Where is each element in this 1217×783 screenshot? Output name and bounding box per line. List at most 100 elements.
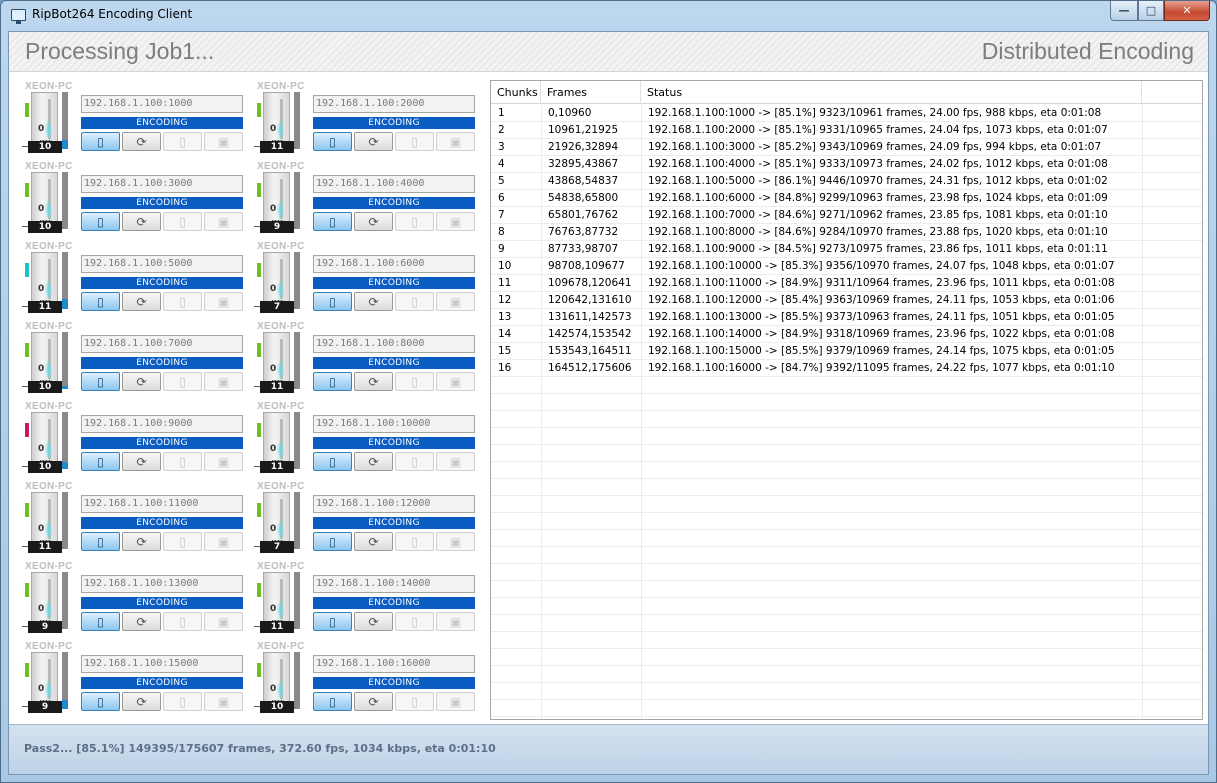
stop-icon[interactable]: ▣ [204, 212, 243, 231]
node-address-field[interactable]: 192.168.1.100:11000 [81, 495, 243, 513]
column-header-frames[interactable]: Frames [541, 81, 641, 104]
maximize-button[interactable]: □ [1138, 1, 1164, 21]
stop-icon[interactable]: ▣ [436, 612, 475, 631]
node-address-field[interactable]: 192.168.1.100:9000 [81, 415, 243, 433]
remote-icon[interactable]: ▯ [81, 532, 120, 551]
remote-icon[interactable]: ▯ [313, 372, 352, 391]
remote-icon[interactable]: ▯ [81, 212, 120, 231]
table-row[interactable]: 2 10961,21925 192.168.1.100:2000 -> [85.1%… [491, 122, 1202, 139]
pause-icon[interactable]: ▯ [395, 372, 434, 391]
refresh-icon[interactable]: ⟳ [354, 372, 393, 391]
refresh-icon[interactable]: ⟳ [122, 292, 161, 311]
node-address-field[interactable]: 192.168.1.100:15000 [81, 655, 243, 673]
minimize-button[interactable]: — [1110, 1, 1138, 21]
remote-icon[interactable]: ▯ [313, 132, 352, 151]
node-address-field[interactable]: 192.168.1.100:10000 [313, 415, 475, 433]
refresh-icon[interactable]: ⟳ [354, 292, 393, 311]
node-address-field[interactable]: 192.168.1.100:12000 [313, 495, 475, 513]
remote-icon[interactable]: ▯ [313, 692, 352, 711]
pause-icon[interactable]: ▯ [163, 612, 202, 631]
table-row[interactable]: 7 65801,76762 192.168.1.100:7000 -> [84.6%… [491, 207, 1202, 224]
table-row[interactable]: 11 109678,120641 192.168.1.100:11000 -> [8… [491, 275, 1202, 292]
table-row[interactable]: 15 153543,164511 192.168.1.100:15000 -> [8… [491, 343, 1202, 360]
node-address-field[interactable]: 192.168.1.100:5000 [81, 255, 243, 273]
stop-icon[interactable]: ▣ [436, 292, 475, 311]
pause-icon[interactable]: ▯ [163, 212, 202, 231]
table-row[interactable]: 1 0,10960 192.168.1.100:1000 -> [85.1%] 93… [491, 105, 1202, 122]
refresh-icon[interactable]: ⟳ [122, 612, 161, 631]
node-address-field[interactable]: 192.168.1.100:3000 [81, 175, 243, 193]
remote-icon[interactable]: ▯ [313, 212, 352, 231]
pause-icon[interactable]: ▯ [163, 132, 202, 151]
node-address-field[interactable]: 192.168.1.100:2000 [313, 95, 475, 113]
stop-icon[interactable]: ▣ [436, 212, 475, 231]
remote-icon[interactable]: ▯ [313, 612, 352, 631]
pause-icon[interactable]: ▯ [163, 532, 202, 551]
stop-icon[interactable]: ▣ [436, 372, 475, 391]
table-row[interactable]: 13 131611,142573 192.168.1.100:13000 -> [8… [491, 309, 1202, 326]
stop-icon[interactable]: ▣ [204, 452, 243, 471]
close-button[interactable]: ✕ [1164, 1, 1210, 21]
remote-icon[interactable]: ▯ [313, 452, 352, 471]
table-row[interactable]: 14 142574,153542 192.168.1.100:14000 -> [8… [491, 326, 1202, 343]
title-bar[interactable]: RipBot264 Encoding Client — □ ✕ [1, 1, 1216, 31]
remote-icon[interactable]: ▯ [81, 692, 120, 711]
stop-icon[interactable]: ▣ [204, 612, 243, 631]
node-address-field[interactable]: 192.168.1.100:4000 [313, 175, 475, 193]
stop-icon[interactable]: ▣ [204, 532, 243, 551]
pause-icon[interactable]: ▯ [163, 452, 202, 471]
table-row[interactable]: 8 76763,87732 192.168.1.100:8000 -> [84.6%… [491, 224, 1202, 241]
chunks-table[interactable]: Chunks Frames Status 1 0,10960 192.168.1.1… [490, 80, 1203, 720]
stop-icon[interactable]: ▣ [204, 692, 243, 711]
remote-icon[interactable]: ▯ [81, 292, 120, 311]
pause-icon[interactable]: ▯ [163, 292, 202, 311]
node-address-field[interactable]: 192.168.1.100:14000 [313, 575, 475, 593]
pause-icon[interactable]: ▯ [395, 532, 434, 551]
refresh-icon[interactable]: ⟳ [122, 372, 161, 391]
refresh-icon[interactable]: ⟳ [122, 132, 161, 151]
pause-icon[interactable]: ▯ [163, 692, 202, 711]
refresh-icon[interactable]: ⟳ [354, 212, 393, 231]
column-header-chunks[interactable]: Chunks [491, 81, 541, 104]
node-address-field[interactable]: 192.168.1.100:16000 [313, 655, 475, 673]
remote-icon[interactable]: ▯ [81, 612, 120, 631]
stop-icon[interactable]: ▣ [204, 292, 243, 311]
node-address-field[interactable]: 192.168.1.100:13000 [81, 575, 243, 593]
node-address-field[interactable]: 192.168.1.100:6000 [313, 255, 475, 273]
table-row[interactable]: 5 43868,54837 192.168.1.100:5000 -> [86.1%… [491, 173, 1202, 190]
pause-icon[interactable]: ▯ [395, 612, 434, 631]
stop-icon[interactable]: ▣ [436, 532, 475, 551]
node-address-field[interactable]: 192.168.1.100:8000 [313, 335, 475, 353]
refresh-icon[interactable]: ⟳ [122, 692, 161, 711]
node-address-field[interactable]: 192.168.1.100:7000 [81, 335, 243, 353]
refresh-icon[interactable]: ⟳ [354, 612, 393, 631]
remote-icon[interactable]: ▯ [313, 292, 352, 311]
pause-icon[interactable]: ▯ [395, 292, 434, 311]
pause-icon[interactable]: ▯ [395, 452, 434, 471]
stop-icon[interactable]: ▣ [204, 372, 243, 391]
remote-icon[interactable]: ▯ [313, 532, 352, 551]
table-row[interactable]: 6 54838,65800 192.168.1.100:6000 -> [84.8%… [491, 190, 1202, 207]
table-row[interactable]: 9 87733,98707 192.168.1.100:9000 -> [84.5%… [491, 241, 1202, 258]
column-header-status[interactable]: Status [641, 81, 1142, 104]
stop-icon[interactable]: ▣ [436, 132, 475, 151]
pause-icon[interactable]: ▯ [163, 372, 202, 391]
table-row[interactable]: 10 98708,109677 192.168.1.100:10000 -> [85… [491, 258, 1202, 275]
refresh-icon[interactable]: ⟳ [122, 452, 161, 471]
pause-icon[interactable]: ▯ [395, 212, 434, 231]
stop-icon[interactable]: ▣ [204, 132, 243, 151]
stop-icon[interactable]: ▣ [436, 452, 475, 471]
node-address-field[interactable]: 192.168.1.100:1000 [81, 95, 243, 113]
table-row[interactable]: 3 21926,32894 192.168.1.100:3000 -> [85.2%… [491, 139, 1202, 156]
refresh-icon[interactable]: ⟳ [354, 132, 393, 151]
refresh-icon[interactable]: ⟳ [354, 692, 393, 711]
remote-icon[interactable]: ▯ [81, 452, 120, 471]
pause-icon[interactable]: ▯ [395, 692, 434, 711]
pause-icon[interactable]: ▯ [395, 132, 434, 151]
refresh-icon[interactable]: ⟳ [122, 532, 161, 551]
stop-icon[interactable]: ▣ [436, 692, 475, 711]
remote-icon[interactable]: ▯ [81, 372, 120, 391]
refresh-icon[interactable]: ⟳ [354, 532, 393, 551]
refresh-icon[interactable]: ⟳ [122, 212, 161, 231]
table-row[interactable]: 12 120642,131610 192.168.1.100:12000 -> [8… [491, 292, 1202, 309]
